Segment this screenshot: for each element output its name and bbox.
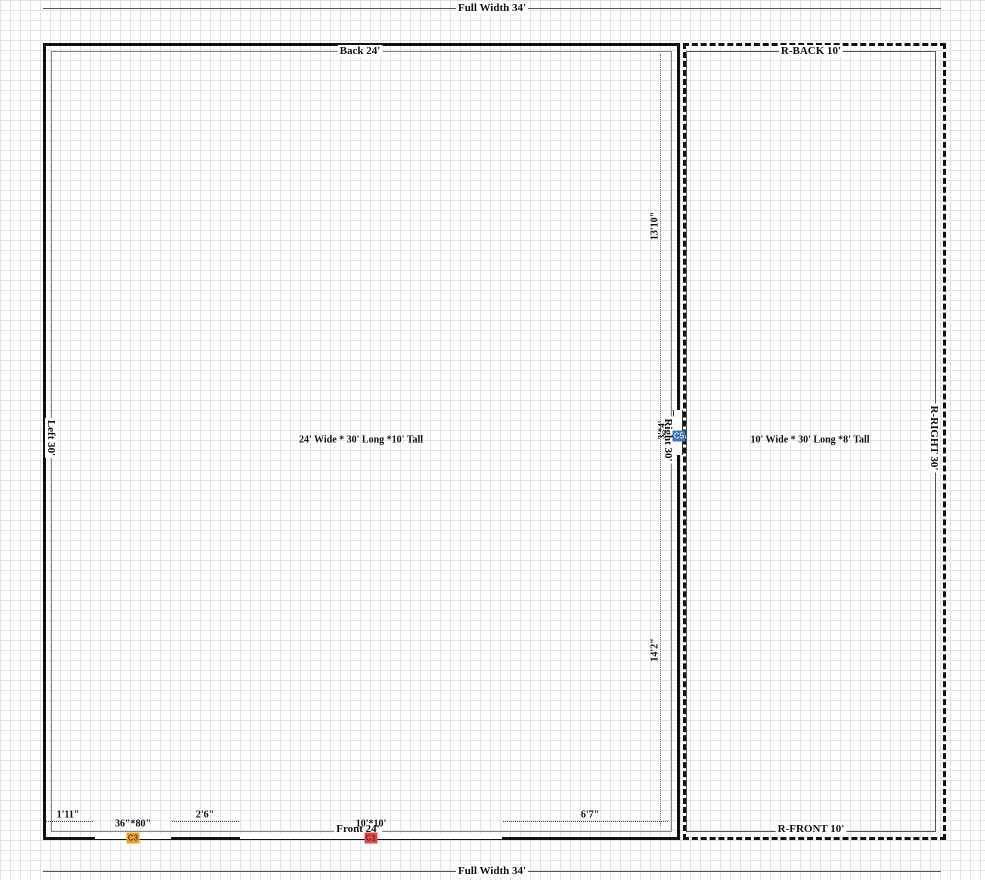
lean-front-label: R-FRONT 10' [775, 823, 847, 835]
window-c5-marker[interactable]: C5 [672, 430, 686, 442]
main-description: 24' Wide * 30' Long *10' Tall [298, 434, 424, 446]
door-c1-size: 10'*10' [355, 818, 387, 830]
full-width-bottom-label: Full Width 34' [455, 865, 529, 877]
front-offset-right-line [503, 821, 668, 822]
window-c5-size: 3'*4' [656, 420, 667, 440]
lean-description: 10' Wide * 30' Long *8' Tall [750, 434, 870, 446]
door-c1-marker[interactable]: C1 [364, 832, 378, 844]
right-lower-offset: 14'2" [649, 638, 661, 662]
right-wall-guide [660, 54, 661, 826]
full-width-top-label: Full Width 34' [455, 2, 529, 14]
front-offset-between-line [172, 821, 239, 822]
door-c3-marker[interactable]: C3 [126, 832, 140, 844]
lean-right-label: R-RIGHT 30' [928, 403, 940, 473]
right-upper-offset: 13'10" [649, 211, 661, 241]
front-offset-between-label: 2'6" [195, 809, 215, 821]
lean-back-label: R-BACK 10' [778, 45, 844, 57]
door-c3-size: 36"*80" [114, 818, 152, 830]
main-left-label: Left 30' [45, 417, 57, 459]
front-offset-left-line [45, 821, 93, 822]
main-back-label: Back 24' [337, 45, 383, 57]
front-offset-right-label: 6'7" [580, 809, 600, 821]
front-offset-left-label: 1'11" [56, 809, 80, 821]
